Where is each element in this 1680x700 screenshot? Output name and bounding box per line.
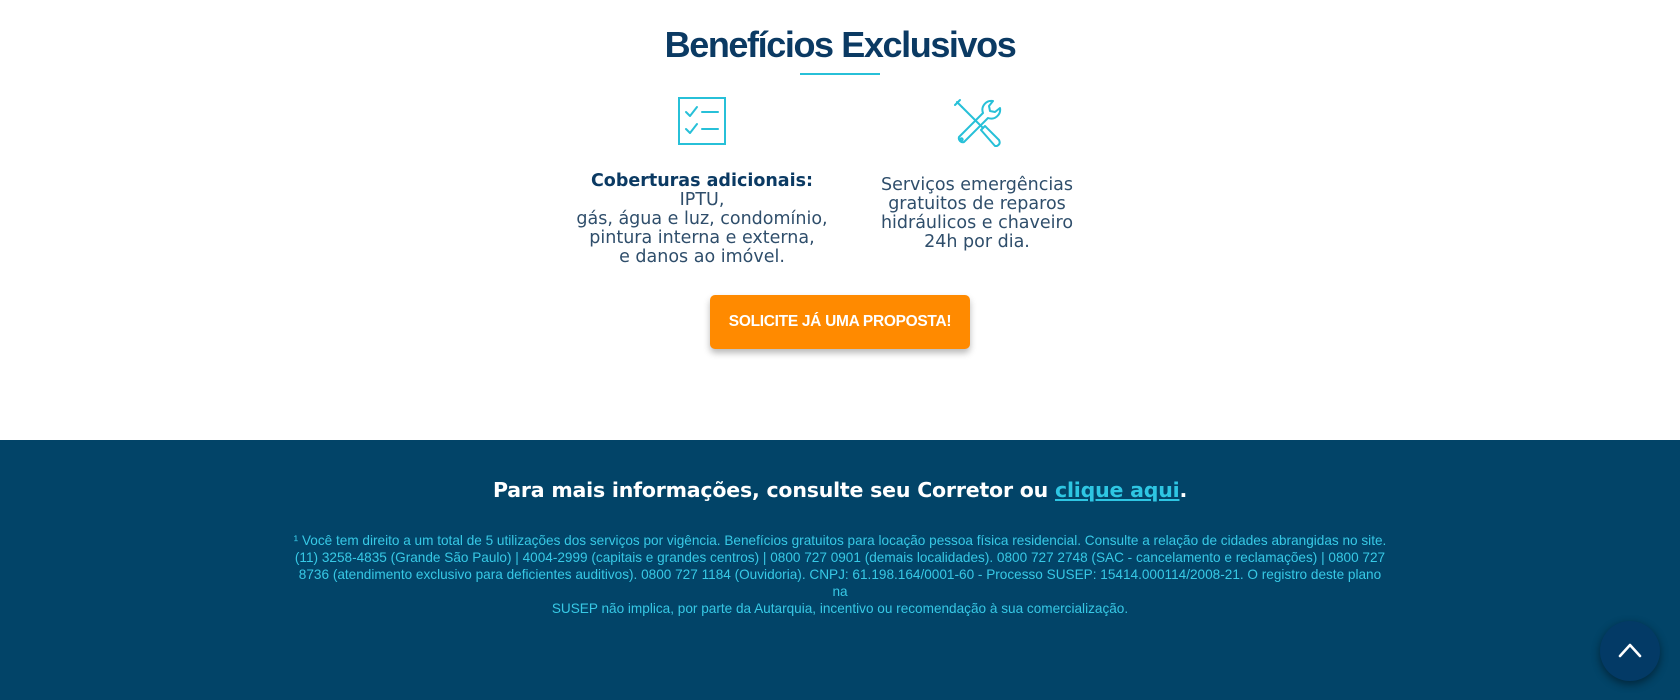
section-title: Benefícios Exclusivos xyxy=(664,24,1017,65)
coverage-line-1: IPTU, xyxy=(679,190,725,210)
chevron-up-icon xyxy=(1618,643,1642,658)
services-line-4: 24h por dia. xyxy=(924,232,1030,252)
coverage-line-4: e danos ao imóvel. xyxy=(619,247,785,267)
disclaimer-line-1: ¹ Você tem direito a um total de 5 utili… xyxy=(293,533,1387,548)
coverage-card: Coberturas adicionais: IPTU, gás, água e… xyxy=(571,96,833,267)
footer: Para mais informações, consulte seu Corr… xyxy=(0,440,1680,700)
request-proposal-button[interactable]: SOLICITE JÁ UMA PROPOSTA! xyxy=(710,295,970,349)
services-line-2: gratuitos de reparos xyxy=(888,194,1066,214)
services-card: Serviços emergências gratuitos de reparo… xyxy=(870,96,1084,252)
click-here-link[interactable]: clique aqui xyxy=(1055,478,1180,502)
title-underline xyxy=(800,73,880,75)
services-text: Serviços emergências gratuitos de reparo… xyxy=(870,176,1084,252)
services-line-3: hidráulicos e chaveiro xyxy=(880,213,1074,233)
coverage-line-2: gás, água e luz, condomínio, xyxy=(576,209,828,229)
disclaimer-line-2: (11) 3258-4835 (Grande São Paulo) | 4004… xyxy=(294,550,1386,565)
coverage-line-3: pintura interna e externa, xyxy=(589,228,815,248)
coverage-label: Coberturas adicionais: xyxy=(590,171,814,191)
footer-headline-period: . xyxy=(1179,478,1188,502)
services-line-1: Serviços emergências xyxy=(880,175,1074,195)
disclaimer-line-3: 8736 (atendimento exclusivo para deficie… xyxy=(298,567,1382,599)
disclaimer-line-4: SUSEP não implica, por parte da Autarqui… xyxy=(551,601,1129,616)
checklist-icon xyxy=(678,97,726,145)
footer-headline-text: Para mais informações, consulte seu Corr… xyxy=(492,478,1056,502)
scroll-to-top-button[interactable] xyxy=(1600,621,1660,681)
footer-disclaimer: ¹ Você tem direito a um total de 5 utili… xyxy=(292,532,1388,617)
footer-headline: Para mais informações, consulte seu Corr… xyxy=(0,475,1680,505)
coverage-text: Coberturas adicionais: IPTU, gás, água e… xyxy=(571,172,833,267)
benefits-section: Benefícios Exclusivos Coberturas adicion… xyxy=(0,0,1680,440)
tools-icon xyxy=(954,99,1002,147)
